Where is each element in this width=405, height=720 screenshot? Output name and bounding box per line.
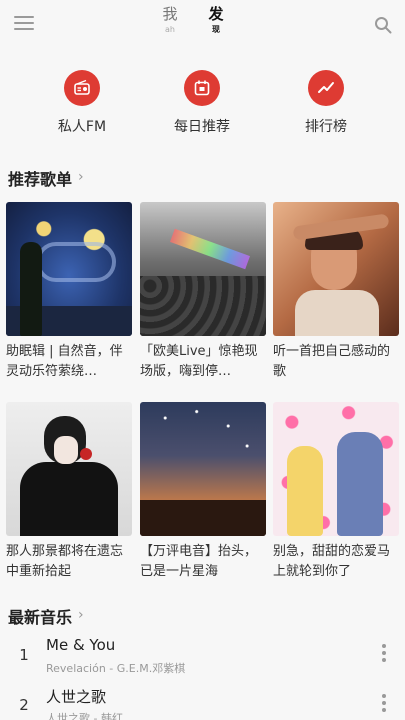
playlist-caption: 那人那景都将在遗忘中重新拾起 [6,544,124,579]
recommend-section-title: 推荐歌单 [8,170,73,189]
calendar-icon [184,70,220,106]
playlist-cover [6,402,132,536]
playlist-caption: 听一首把自己感动的歌 [273,344,391,379]
song-row[interactable]: 2 人世之歌 人世之歌 - 韩红 [0,684,405,720]
chevron-right-icon: › [78,169,84,185]
daily-recommend-button[interactable]: 每日推荐 [152,70,252,136]
playlist-cover [6,202,132,336]
chevron-right-icon: › [78,607,84,623]
song-number: 2 [19,696,29,714]
playlist-caption: 「欧美Live」惊艳现场版，嗨到停… [140,344,258,379]
tab-discover-sub: 现 [212,25,220,34]
recommend-section-header[interactable]: 推荐歌单 › [8,166,84,190]
tab-mine-label: 我 [162,5,178,23]
tab-mine-sub: ah [165,25,175,34]
playlist-caption: 助眠辑 | 自然音，伴灵动乐符萦绕… [6,344,123,379]
song-subtitle: 人世之歌 - 韩红 [46,712,123,720]
song-title: 人世之歌 [46,688,107,706]
playlist-cover [140,402,266,536]
private-fm-label: 私人FM [57,119,107,135]
menu-icon[interactable] [14,16,34,32]
more-options-icon[interactable] [380,694,388,714]
song-subtitle: Revelación - G.E.M.邓紫棋 [46,662,186,675]
playlist-caption: 别急，甜甜的恋爱马上就轮到你了 [273,544,391,579]
private-fm-button[interactable]: 私人FM [32,70,132,136]
playlist-card[interactable]: 听一首把自己感动的歌 [273,202,399,382]
playlist-card[interactable]: 【万评电音】抬头，已是一片星海 [140,402,266,582]
tab-discover-label: 发 [208,5,224,23]
search-icon[interactable] [374,16,392,34]
playlist-cover [273,202,399,336]
playlist-cover [273,402,399,536]
song-title: Me & You [46,636,116,654]
top-tabs: 我 ah 发 现 [150,4,260,44]
quick-entries: 私人FM 每日推荐 排行榜 [0,70,405,140]
charts-label: 排行榜 [305,119,347,135]
song-row[interactable]: 1 Me & You Revelación - G.E.M.邓紫棋 [0,634,405,682]
new-music-section-header[interactable]: 最新音乐 › [8,604,84,628]
more-options-icon[interactable] [380,644,388,664]
top-bar: 我 ah 发 现 [0,0,405,48]
playlist-cover [140,202,266,336]
playlist-card[interactable]: 「欧美Live」惊艳现场版，嗨到停… [140,202,266,382]
radio-icon [64,70,100,106]
playlist-card[interactable]: 别急，甜甜的恋爱马上就轮到你了 [273,402,399,582]
playlist-caption: 【万评电音】抬头，已是一片星海 [140,544,258,579]
playlist-card[interactable]: 助眠辑 | 自然音，伴灵动乐符萦绕… [6,202,132,382]
song-number: 1 [19,646,29,664]
charts-button[interactable]: 排行榜 [276,70,376,136]
tab-mine[interactable]: 我 ah [150,4,190,36]
trend-chart-icon [308,70,344,106]
tab-discover[interactable]: 发 现 [196,4,236,36]
new-music-section-title: 最新音乐 [8,608,73,627]
daily-recommend-label: 每日推荐 [174,119,230,135]
playlist-card[interactable]: 那人那景都将在遗忘中重新拾起 [6,402,132,582]
